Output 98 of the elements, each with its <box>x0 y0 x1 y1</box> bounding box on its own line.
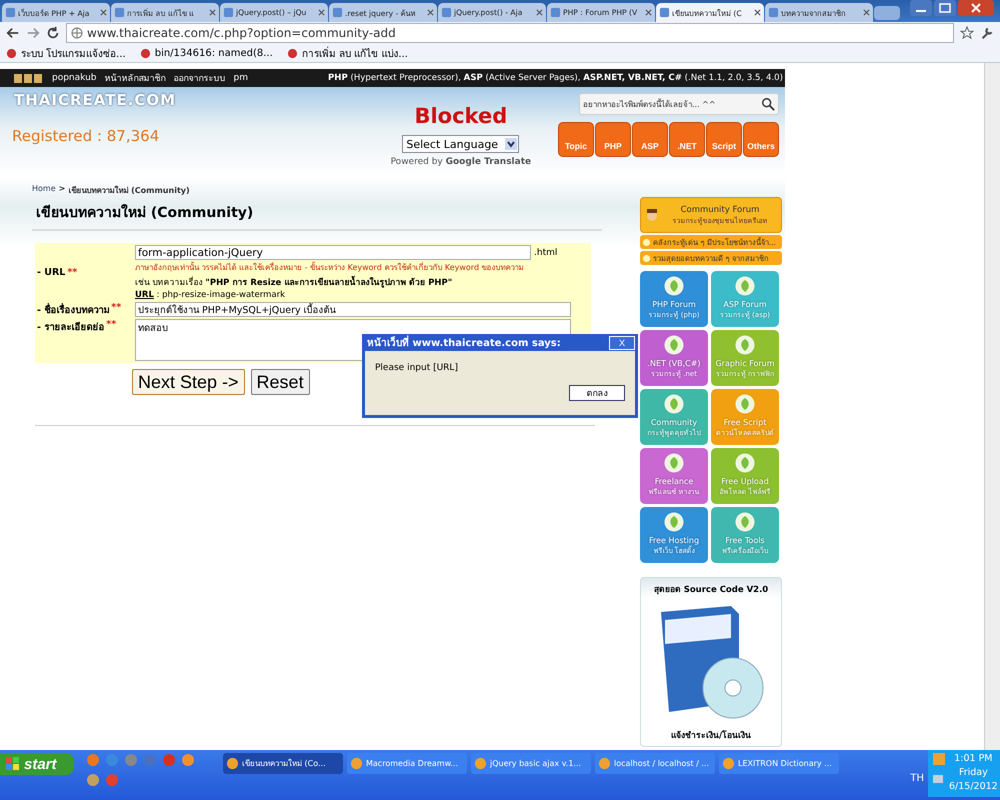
page-heading: เขียนบทความใหม่ (Community) <box>36 203 254 223</box>
required-mark: ** <box>106 319 116 332</box>
ok-button[interactable]: ตกลง <box>569 385 625 401</box>
page-icon <box>550 7 561 18</box>
bookmark-icon <box>6 48 17 58</box>
example-url-label: URL <box>135 290 154 300</box>
app-icon <box>722 757 735 770</box>
language-select[interactable]: Select Language <box>402 135 520 153</box>
page-icon <box>768 7 779 18</box>
close-icon[interactable] <box>536 9 543 16</box>
form-button[interactable]: Next Step -> <box>132 369 245 395</box>
language-indicator[interactable]: TH <box>910 773 924 784</box>
close-icon[interactable] <box>863 9 870 16</box>
leaf-icon <box>664 453 684 473</box>
bookmark-icon <box>286 48 298 58</box>
clock-time: 1:01 PM <box>954 752 992 766</box>
url-suffix: .html <box>534 248 558 258</box>
close-icon[interactable] <box>645 9 652 16</box>
form-button[interactable]: Reset <box>250 369 310 395</box>
bookmark[interactable]: bin/134616: named(8... <box>140 48 273 58</box>
bookmark-icon <box>140 48 151 58</box>
back-icon[interactable] <box>6 26 20 40</box>
page-icon <box>223 7 234 18</box>
taskbar-button[interactable]: jQuery basic ajax v.1... <box>471 753 591 774</box>
close-icon[interactable] <box>100 9 107 16</box>
leaf-icon <box>735 394 755 414</box>
taskbar-button[interactable]: เขียนบทความใหม่ (Co... <box>223 753 343 774</box>
leaf-icon <box>664 394 684 414</box>
field-label: - URL <box>37 267 66 278</box>
tagline: PHP (Hypertext Preprocessor), ASP (Active Server Pages), ASP.NET, VB.NET, C# (.Net 1.1, 2.0, 3.5, 4.0) <box>328 73 783 83</box>
title-field[interactable]: ประยุกต์ใช้งาน PHP+MySQL+jQuery เบื้องต้น <box>135 302 571 317</box>
close-icon[interactable] <box>958 0 994 16</box>
breadcrumb-separator: > <box>58 184 66 195</box>
example-url: : php-resize-image-watermark <box>156 290 285 300</box>
start-button[interactable]: start <box>0 753 74 775</box>
app-icon <box>226 757 239 770</box>
leaf-icon <box>664 512 684 532</box>
globe-icon <box>71 27 83 39</box>
url-hint: ภาษาอังกฤษเท่านั้น วรรคไม่ได้ และใช้เครื่องหมาย - ขั้นระหว่าง Keyword ควรใช้คำเกี่ยวกับ Keyword ของบทความ <box>135 261 525 274</box>
page-icon <box>5 7 16 18</box>
close-button[interactable]: X <box>609 336 635 350</box>
leaf-icon <box>735 276 755 296</box>
star-icon[interactable] <box>960 26 974 40</box>
reload-icon[interactable] <box>46 26 60 40</box>
leaf-icon <box>735 335 755 355</box>
close-icon[interactable] <box>209 9 216 16</box>
scrollbar[interactable] <box>984 63 1000 750</box>
field-label: - รายละเอียดย่อ <box>37 320 104 334</box>
leaf-icon <box>735 512 755 532</box>
leaf-icon <box>664 335 684 355</box>
username: popnakub <box>52 73 97 83</box>
close-icon[interactable] <box>318 9 325 16</box>
home-link[interactable]: Home <box>32 184 56 197</box>
forward-icon[interactable] <box>26 26 40 40</box>
clock-date: 6/15/2012 <box>949 780 998 794</box>
page-icon <box>441 7 452 18</box>
member-home-link[interactable]: หน้าหลักสมาชิก <box>104 71 166 85</box>
banner-title: Community Forum <box>680 204 760 214</box>
search-field[interactable]: อยากหาอะไรพิมพ์ตรงนี้ได้เลยจ้า... ^^ <box>579 93 779 115</box>
app-icon <box>598 757 611 770</box>
mascot-icon <box>645 208 659 222</box>
close-icon[interactable] <box>427 9 434 16</box>
panel-title: สุดยอด Source Code V2.0 <box>654 584 768 596</box>
leaf-icon <box>664 276 684 296</box>
minimize-icon[interactable] <box>910 0 932 16</box>
search-icon[interactable] <box>761 97 775 111</box>
bookmark[interactable]: การเพิ่ม ลบ แก้ไข แบ่ง... <box>286 46 408 60</box>
required-mark: ** <box>111 302 122 315</box>
clock-day: Friday <box>958 766 988 780</box>
app-icon <box>350 757 363 770</box>
maximize-icon[interactable] <box>934 0 956 16</box>
field-label: - ชื่อเรื่องบทความ <box>37 302 110 317</box>
dropdown-icon <box>505 138 518 150</box>
page-icon <box>114 7 125 18</box>
page-icon <box>659 7 670 18</box>
breadcrumb-current: เขียนบทความใหม่ (Community) <box>68 184 190 197</box>
wrench-icon[interactable] <box>980 26 994 40</box>
bookmark[interactable]: ระบบ โปรแกรมแจ้งซ่อ... <box>6 46 126 60</box>
taskbar-button[interactable]: LEXITRON Dictionary ... <box>719 753 839 774</box>
app-icon <box>474 757 487 770</box>
blocked-notice: Blocked <box>414 104 508 128</box>
required-mark: ** <box>67 267 78 278</box>
leaf-icon <box>735 453 755 473</box>
address-field[interactable]: www.thaicreate.com/c.php?option=community-add <box>66 23 954 43</box>
pm-link[interactable]: pm <box>234 73 248 83</box>
logout-link[interactable]: ออกจากระบบ <box>174 71 226 85</box>
url-example: เช่น บทความเรื่อง "PHP การ Resize และการเขียนลายน้ำลงในรูปภาพ ด้วย PHP" <box>135 275 558 289</box>
page-icon <box>332 7 343 18</box>
url-field[interactable]: form-application-jQuery <box>135 245 531 260</box>
dialog-message: Please input [URL] <box>375 363 459 373</box>
powered-by-text: Powered by Google Translate <box>390 157 532 167</box>
taskbar-button[interactable]: Macromedia Dreamw... <box>347 753 467 774</box>
payment-link[interactable]: แจ้งชำระเงิน/โอนเงิน <box>670 728 752 742</box>
taskbar-button[interactable]: localhost / localhost / ... <box>595 753 715 774</box>
dialog-title: หน้าเว็บที่ www.thaicreate.com says: <box>367 335 561 350</box>
registered-count: Registered : 87,364 <box>12 127 160 145</box>
windows-logo-icon <box>6 757 20 771</box>
close-icon[interactable] <box>754 9 761 16</box>
